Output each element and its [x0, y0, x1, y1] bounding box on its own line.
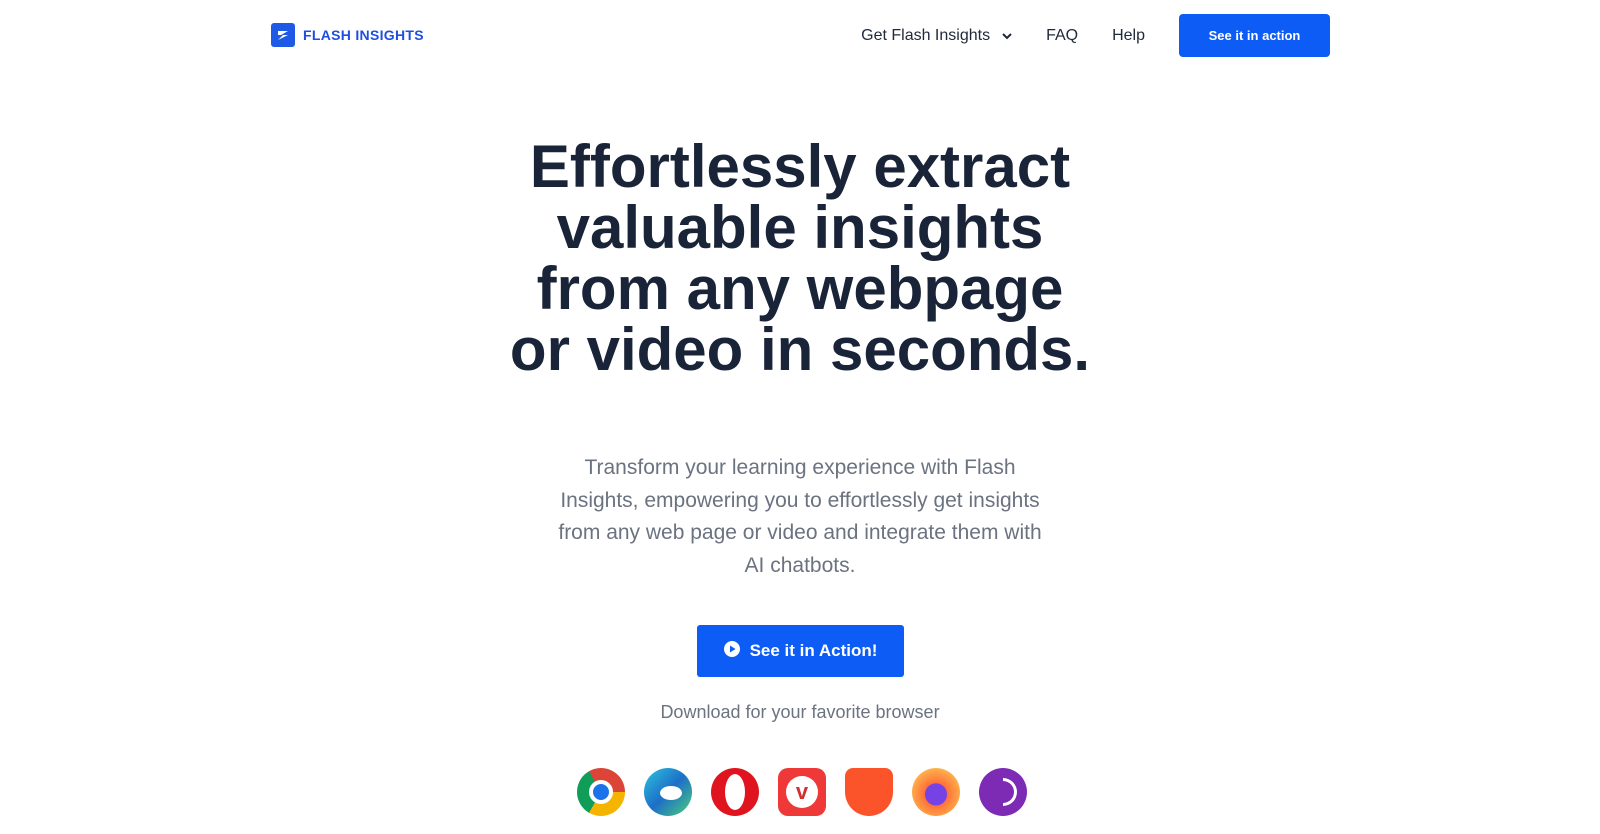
logo-text: FLASH INSIGHTS [303, 27, 424, 43]
browser-list: v [577, 768, 1027, 816]
brave-icon[interactable] [845, 768, 893, 816]
edge-icon[interactable] [644, 768, 692, 816]
see-it-in-action-cta[interactable]: See it in Action! [697, 625, 904, 677]
nav-faq[interactable]: FAQ [1046, 27, 1078, 45]
page-title: Effortlessly extract valuable insights f… [0, 136, 1600, 380]
firefox-icon[interactable] [912, 768, 960, 816]
title-line: or video in seconds. [509, 316, 1091, 383]
opera-icon[interactable] [711, 768, 759, 816]
nav-get-flash-insights[interactable]: Get Flash Insights [861, 27, 1012, 45]
chevron-down-icon [1002, 27, 1012, 45]
title-line: from any webpage [536, 255, 1064, 322]
hero-subtitle: Transform your learning experience with … [558, 456, 1042, 577]
nav-label: Get Flash Insights [861, 26, 991, 44]
chrome-icon[interactable] [577, 768, 625, 816]
vivaldi-icon[interactable]: v [778, 768, 826, 816]
tor-icon[interactable] [979, 768, 1027, 816]
cta-label: See it in Action! [749, 641, 878, 660]
flash-logo-icon [271, 23, 295, 47]
top-nav: Get Flash Insights FAQ Help See it in ac… [861, 14, 1330, 57]
logo[interactable]: FLASH INSIGHTS [271, 23, 424, 47]
title-line: valuable insights [556, 194, 1044, 261]
see-it-in-action-button[interactable]: See it in action [1179, 14, 1330, 57]
nav-help[interactable]: Help [1112, 27, 1145, 45]
download-text: Download for your favorite browser [660, 702, 940, 722]
play-icon [723, 640, 740, 662]
title-line: Effortlessly extract [529, 133, 1071, 200]
